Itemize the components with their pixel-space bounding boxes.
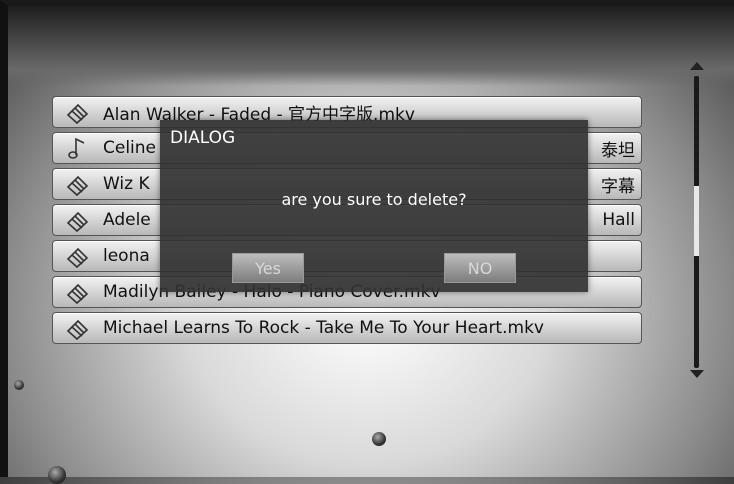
screen-top-shade bbox=[8, 6, 734, 86]
video-file-icon bbox=[65, 243, 91, 269]
video-file-icon bbox=[65, 315, 91, 341]
file-row[interactable]: Michael Learns To Rock - Take Me To Your… bbox=[52, 312, 642, 344]
file-name: Celine bbox=[103, 138, 157, 158]
file-name: Adele bbox=[103, 210, 151, 230]
video-file-icon bbox=[65, 99, 91, 125]
video-file-icon bbox=[65, 279, 91, 305]
dialog-title: DIALOG bbox=[170, 128, 236, 148]
file-name-tail: 字幕 bbox=[601, 176, 635, 197]
scroll-track[interactable] bbox=[694, 76, 699, 368]
video-file-icon bbox=[65, 207, 91, 233]
no-button[interactable]: NO bbox=[444, 253, 516, 283]
scroll-thumb[interactable] bbox=[694, 186, 699, 256]
decorative-knob bbox=[372, 432, 386, 446]
file-name-tail: 泰坦 bbox=[601, 140, 635, 161]
music-note-icon bbox=[65, 135, 91, 161]
file-name: Wiz K bbox=[103, 174, 150, 194]
confirm-delete-dialog: DIALOG are you sure to delete? Yes NO bbox=[160, 120, 588, 292]
chevron-down-icon[interactable] bbox=[690, 370, 704, 378]
chevron-up-icon[interactable] bbox=[690, 62, 704, 70]
file-name: leona bbox=[103, 246, 150, 266]
scrollbar[interactable] bbox=[677, 62, 717, 382]
decorative-knob bbox=[48, 466, 66, 484]
decorative-knob bbox=[14, 380, 24, 390]
yes-button[interactable]: Yes bbox=[232, 253, 304, 283]
file-name-tail: Hall bbox=[602, 210, 635, 230]
video-file-icon bbox=[65, 171, 91, 197]
dialog-message: are you sure to delete? bbox=[281, 190, 467, 209]
file-name: Michael Learns To Rock - Take Me To Your… bbox=[103, 318, 544, 338]
